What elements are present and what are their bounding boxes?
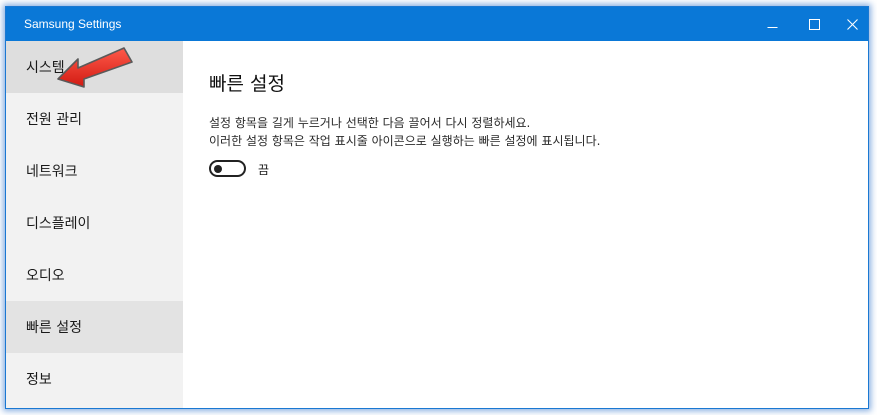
sidebar-item-quick-settings[interactable]: 빠른 설정	[6, 301, 183, 353]
maximize-button[interactable]	[796, 7, 832, 41]
sidebar-item-power[interactable]: 전원 관리	[6, 93, 183, 145]
description-text-2: 이러한 설정 항목은 작업 표시줄 아이콘으로 실행하는 빠른 설정에 표시됩니…	[209, 134, 601, 148]
toggle-knob	[214, 164, 222, 173]
maximize-icon	[808, 18, 820, 30]
minimize-icon	[767, 26, 777, 28]
sidebar-item-system[interactable]: 시스템	[6, 41, 183, 93]
toggle-state-label: 끔	[258, 163, 270, 177]
sidebar-item-label: 정보	[26, 372, 52, 388]
sidebar-item-display[interactable]: 디스플레이	[6, 197, 183, 249]
settings-window: Samsung Settings 시스템 전원 관리 네트워크 디스플레이 오디…	[5, 6, 869, 409]
sidebar-nav: 시스템 전원 관리 네트워크 디스플레이 오디오 빠른 설정 정보	[6, 41, 183, 408]
sidebar-item-about[interactable]: 정보	[6, 353, 183, 405]
page-title: 빠른 설정	[209, 73, 285, 95]
main-content: 빠른 설정 설정 항목을 길게 누르거나 선택한 다음 끌어서 다시 정렬하세요…	[183, 41, 868, 408]
window-title: Samsung Settings	[24, 17, 122, 31]
sidebar-item-label: 네트워크	[26, 164, 78, 180]
sidebar-item-label: 전원 관리	[26, 112, 82, 128]
sidebar-item-label: 디스플레이	[26, 216, 91, 232]
sidebar-item-label: 오디오	[26, 268, 65, 284]
close-button[interactable]	[834, 7, 868, 41]
description-text: 설정 항목을 길게 누르거나 선택한 다음 끌어서 다시 정렬하세요.	[209, 116, 531, 130]
minimize-button[interactable]	[754, 7, 790, 41]
sidebar-item-label: 시스템	[26, 60, 65, 76]
sidebar-item-network[interactable]: 네트워크	[6, 145, 183, 197]
quick-settings-toggle[interactable]	[209, 160, 246, 177]
sidebar-item-label: 빠른 설정	[26, 320, 82, 336]
sidebar-item-audio[interactable]: 오디오	[6, 249, 183, 301]
title-bar[interactable]: Samsung Settings	[6, 7, 868, 41]
close-icon	[846, 18, 858, 30]
